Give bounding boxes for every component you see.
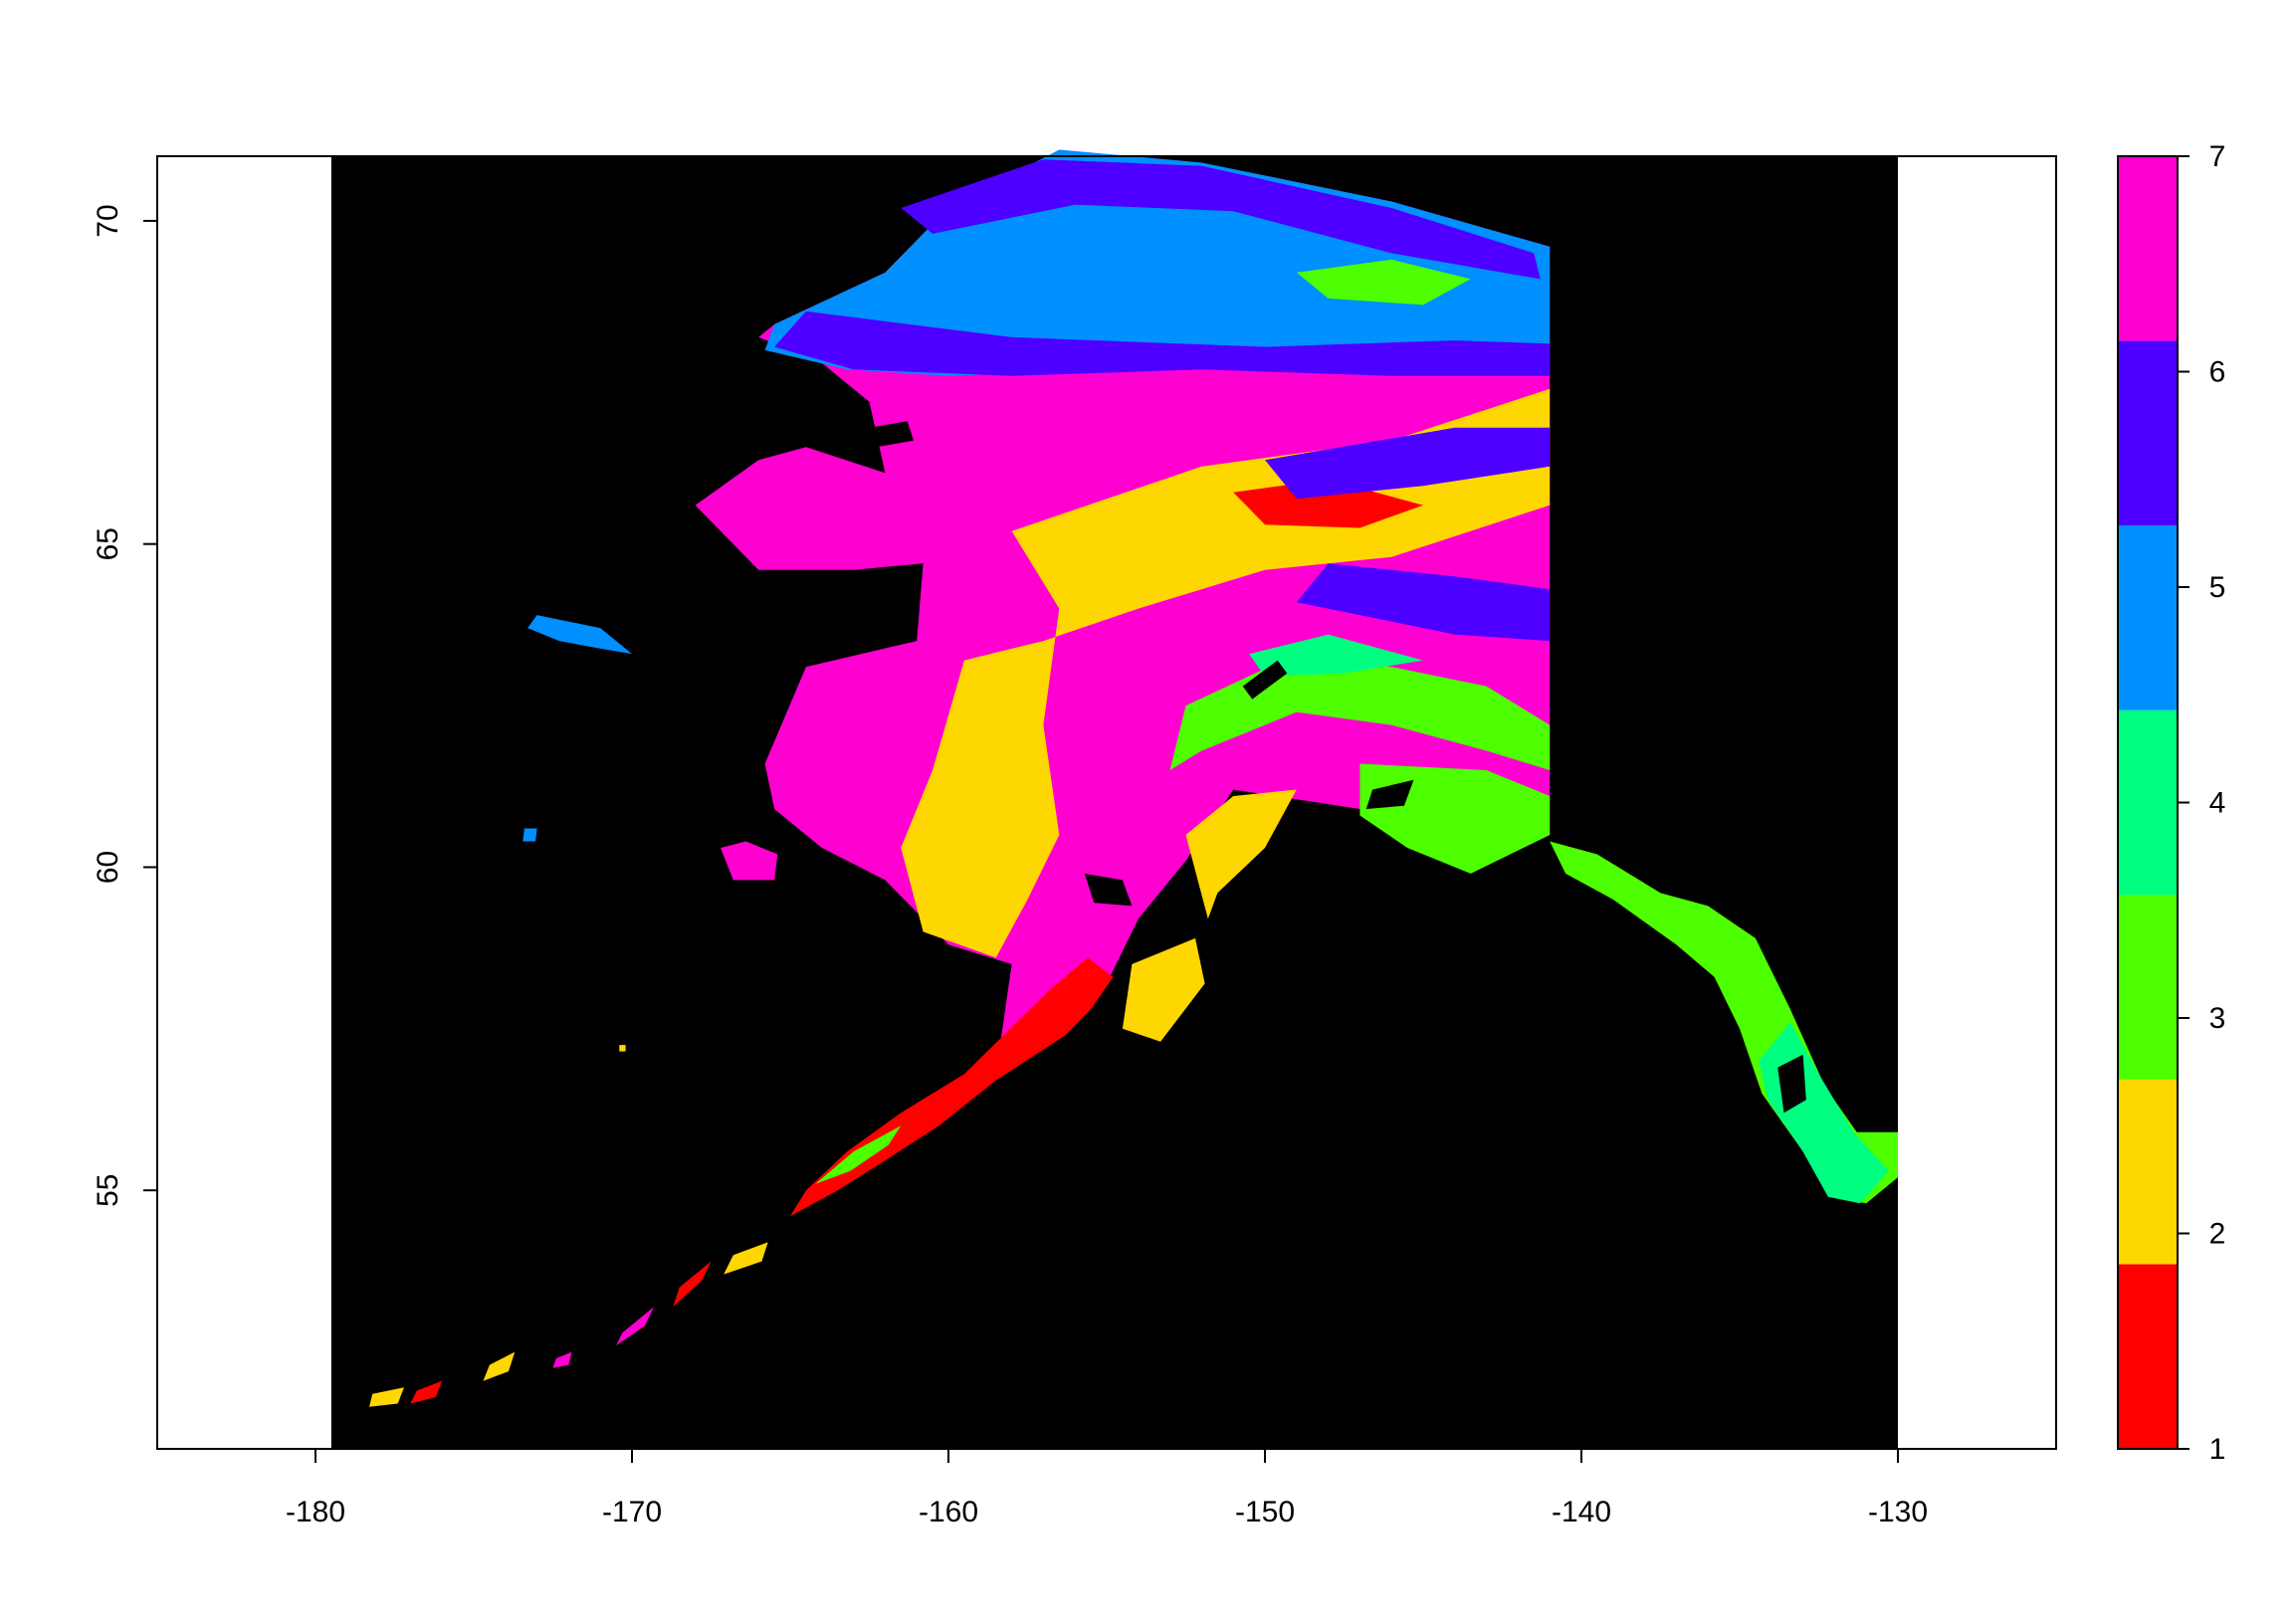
legend-swatch-7 — [2118, 156, 2178, 341]
y-tick-label: 65 — [92, 527, 124, 560]
legend-tick-label: 1 — [2209, 1433, 2226, 1466]
x-tick-label: -180 — [286, 1496, 345, 1528]
x-axis: -180 -170 -160 -150 -140 -130 — [286, 1448, 1928, 1528]
legend-swatch-4 — [2118, 710, 2178, 896]
legend-swatch-1 — [2118, 1264, 2178, 1449]
island-class-5-7 — [522, 828, 537, 842]
legend-tick-label: 5 — [2209, 571, 2226, 604]
y-tick-label: 70 — [92, 204, 124, 237]
legend-tick-label: 6 — [2209, 356, 2226, 389]
legend-tick-label: 7 — [2209, 140, 2226, 173]
island-class-2-8 — [619, 1045, 626, 1052]
x-tick-label: -150 — [1235, 1496, 1295, 1528]
legend-swatch-5 — [2118, 525, 2178, 710]
x-tick-label: -170 — [602, 1496, 662, 1528]
color-legend: 1 2 3 4 5 6 7 — [2117, 140, 2226, 1466]
legend-swatch-6 — [2118, 340, 2178, 526]
y-axis: 55 60 65 70 — [92, 204, 158, 1207]
y-tick-label: 60 — [92, 851, 124, 884]
legend-swatch-2 — [2118, 1079, 2178, 1265]
map-figure: -180 -170 -160 -150 -140 -130 55 60 65 70 1 2 3 4 5 6… — [92, 140, 2226, 1528]
plot-area — [156, 149, 2057, 1450]
x-tick-label: -140 — [1552, 1496, 1611, 1528]
x-tick-label: -160 — [919, 1496, 978, 1528]
legend-tick-label: 4 — [2209, 787, 2226, 820]
legend-tick-label: 2 — [2209, 1218, 2226, 1251]
y-tick-label: 55 — [92, 1174, 124, 1207]
x-tick-label: -130 — [1868, 1496, 1928, 1528]
legend-tick-label: 3 — [2209, 1002, 2226, 1035]
legend-swatch-3 — [2118, 895, 2178, 1080]
